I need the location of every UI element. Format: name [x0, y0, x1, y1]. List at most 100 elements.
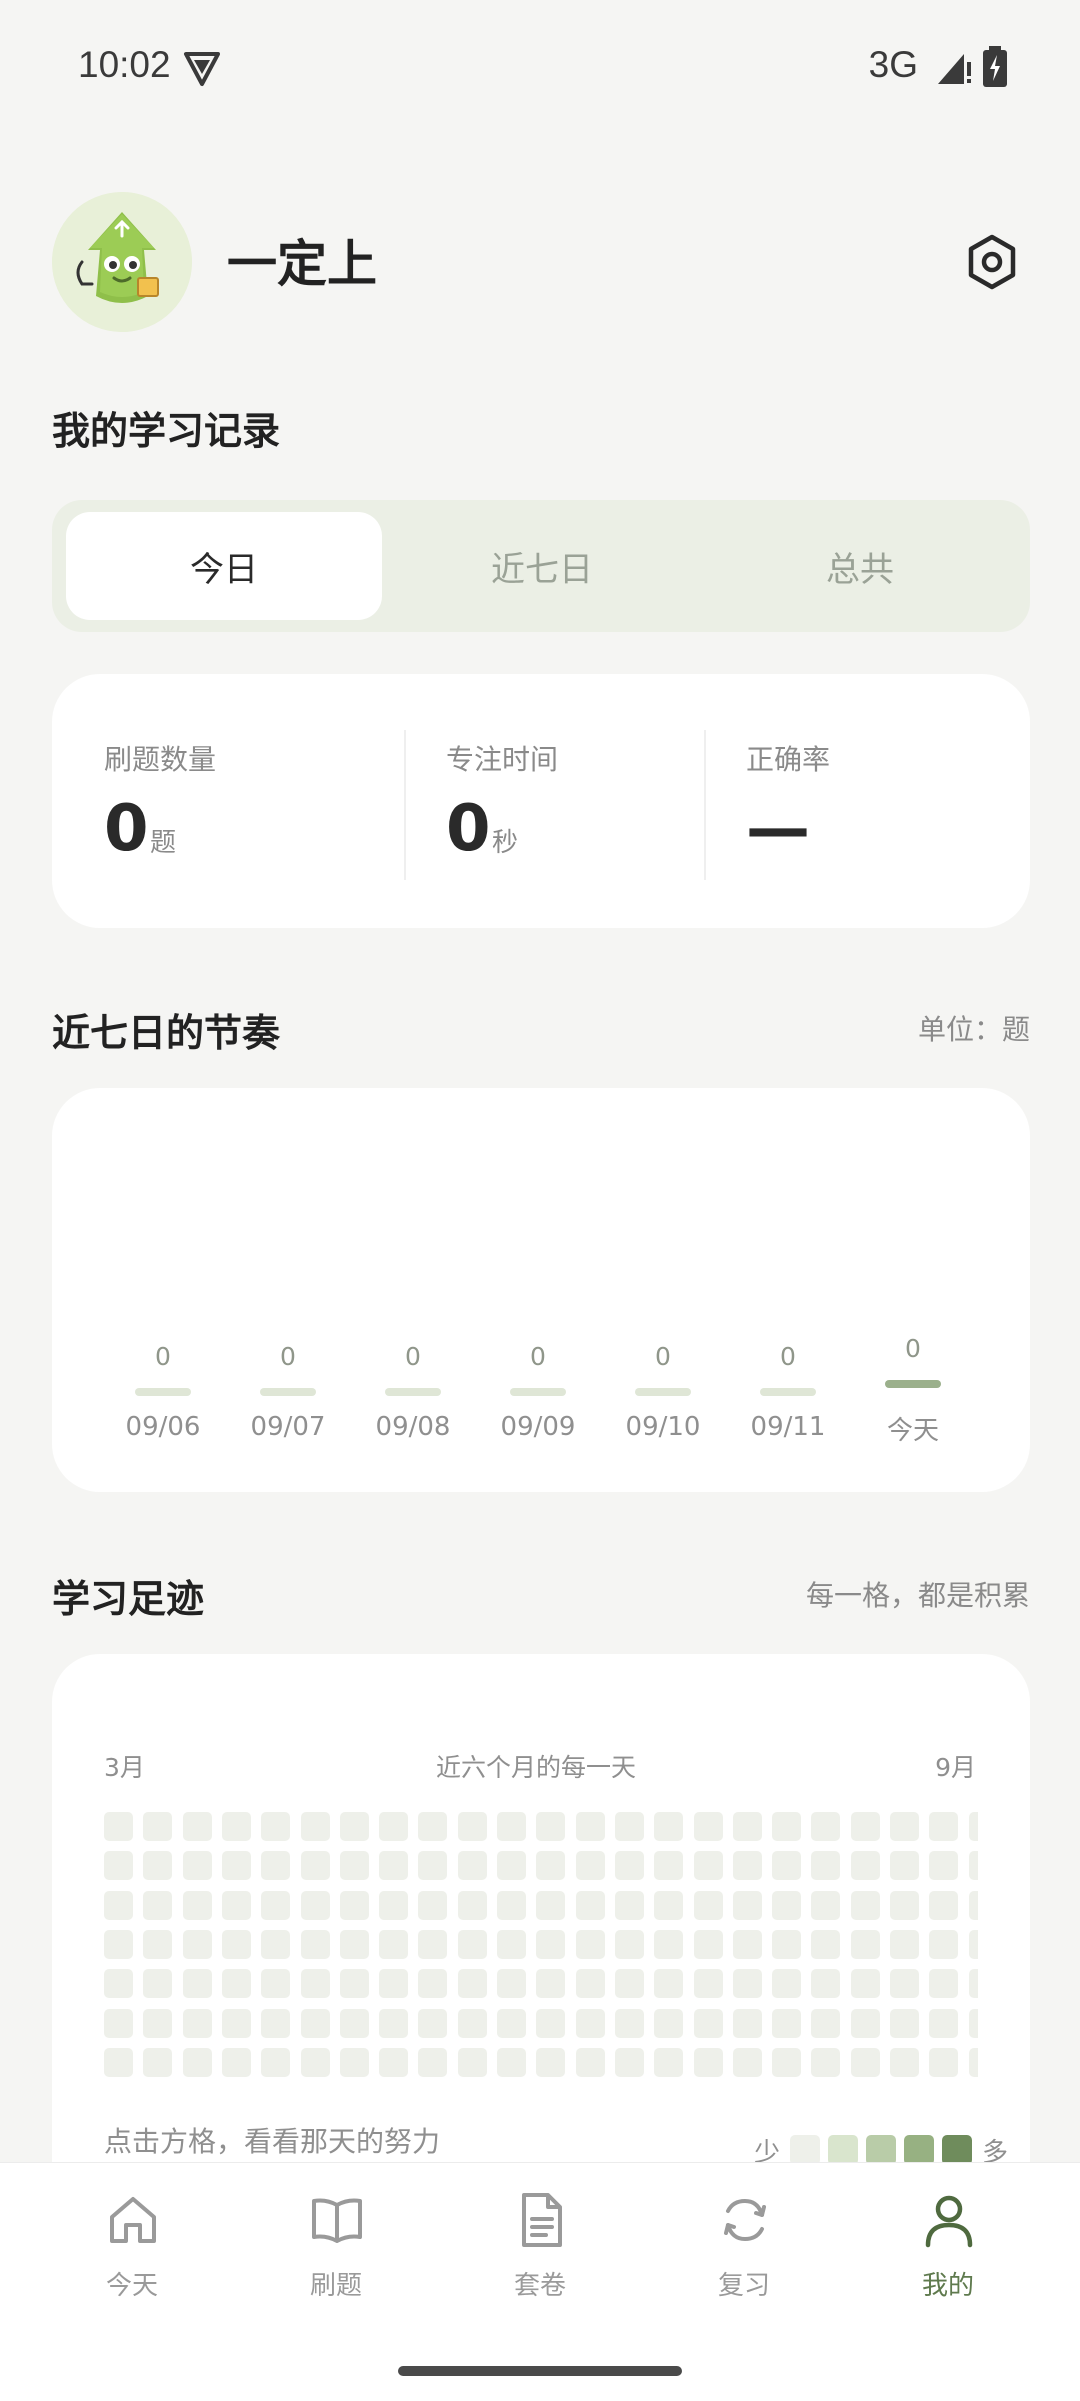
- heatmap-cell[interactable]: [497, 1851, 526, 1881]
- heatmap-cell[interactable]: [418, 2008, 448, 2038]
- heatmap-cell[interactable]: [457, 1890, 487, 1920]
- heatmap-cell[interactable]: [379, 2047, 409, 2077]
- heatmap-cell[interactable]: [104, 1890, 133, 1920]
- heatmap-cell[interactable]: [850, 2008, 880, 2038]
- heatmap-cell[interactable]: [339, 2008, 369, 2038]
- nav-review[interactable]: 复习: [674, 2191, 814, 2311]
- heatmap-cell[interactable]: [890, 1969, 919, 1999]
- heatmap-cell[interactable]: [693, 2047, 723, 2077]
- nav-papers[interactable]: 套卷: [470, 2191, 610, 2311]
- heatmap-cell[interactable]: [418, 1851, 448, 1881]
- heatmap-cell[interactable]: [575, 1890, 605, 1920]
- heatmap-cell[interactable]: [300, 2047, 330, 2077]
- heatmap-cell[interactable]: [968, 2047, 978, 2077]
- heatmap-cell[interactable]: [182, 1929, 212, 1959]
- heatmap-cell[interactable]: [929, 1969, 959, 1999]
- heatmap-cell[interactable]: [654, 2008, 684, 2038]
- heatmap-cell[interactable]: [457, 1851, 487, 1881]
- heatmap-cell[interactable]: [457, 1812, 487, 1841]
- heatmap-cell[interactable]: [143, 1969, 173, 1999]
- heatmap-cell[interactable]: [497, 1929, 526, 1959]
- heatmap-cell[interactable]: [379, 1890, 409, 1920]
- heatmap-cell[interactable]: [929, 1851, 959, 1881]
- heatmap-cell[interactable]: [261, 2047, 291, 2077]
- heatmap-cell[interactable]: [772, 1969, 802, 1999]
- heatmap-cell[interactable]: [104, 2008, 133, 2038]
- heatmap-cell[interactable]: [261, 1851, 291, 1881]
- heatmap-cell[interactable]: [732, 1890, 762, 1920]
- heatmap-cell[interactable]: [221, 1969, 251, 1999]
- heatmap-cell[interactable]: [693, 1851, 723, 1881]
- heatmap-cell[interactable]: [379, 2008, 409, 2038]
- heatmap-cell[interactable]: [732, 1969, 762, 1999]
- heatmap-cell[interactable]: [221, 2047, 251, 2077]
- heatmap-cell[interactable]: [732, 2047, 762, 2077]
- heatmap-cell[interactable]: [497, 1812, 526, 1841]
- heatmap-cell[interactable]: [850, 1929, 880, 1959]
- heatmap-cell[interactable]: [614, 1851, 644, 1881]
- settings-button[interactable]: [952, 222, 1032, 302]
- heatmap-cell[interactable]: [575, 2008, 605, 2038]
- heatmap-cell[interactable]: [339, 1969, 369, 1999]
- heatmap-cell[interactable]: [339, 1851, 369, 1881]
- heatmap-cell[interactable]: [261, 1929, 291, 1959]
- heatmap-cell[interactable]: [143, 1851, 173, 1881]
- heatmap-cell[interactable]: [457, 1969, 487, 1999]
- heatmap-cell[interactable]: [811, 1890, 841, 1920]
- heatmap-cell[interactable]: [968, 1890, 978, 1920]
- heatmap-cell[interactable]: [654, 1969, 684, 1999]
- heatmap-cell[interactable]: [968, 1969, 978, 1999]
- heatmap-cell[interactable]: [850, 1890, 880, 1920]
- heatmap-cell[interactable]: [143, 2008, 173, 2038]
- heatmap-cell[interactable]: [536, 1890, 566, 1920]
- heatmap-cell[interactable]: [693, 2008, 723, 2038]
- tab-today[interactable]: 今日: [66, 512, 382, 620]
- heatmap-cell[interactable]: [968, 2008, 978, 2038]
- heatmap-cell[interactable]: [457, 2008, 487, 2038]
- heatmap-cell[interactable]: [890, 1851, 919, 1881]
- home-indicator[interactable]: [398, 2366, 682, 2376]
- heatmap-cell[interactable]: [379, 1812, 409, 1841]
- heatmap-cell[interactable]: [182, 1969, 212, 1999]
- heatmap-cell[interactable]: [929, 2008, 959, 2038]
- heatmap-cell[interactable]: [104, 2047, 133, 2077]
- heatmap-cell[interactable]: [497, 1969, 526, 1999]
- heatmap-cell[interactable]: [890, 1812, 919, 1841]
- heatmap-cell[interactable]: [143, 1890, 173, 1920]
- heatmap-cell[interactable]: [104, 1969, 133, 1999]
- heatmap-cell[interactable]: [379, 1969, 409, 1999]
- heatmap-cell[interactable]: [654, 1812, 684, 1841]
- heatmap-cell[interactable]: [497, 2008, 526, 2038]
- heatmap-cell[interactable]: [143, 1812, 173, 1841]
- heatmap-cell[interactable]: [536, 2008, 566, 2038]
- heatmap-cell[interactable]: [772, 1890, 802, 1920]
- heatmap-cell[interactable]: [890, 1890, 919, 1920]
- heatmap-cell[interactable]: [693, 1969, 723, 1999]
- heatmap-cell[interactable]: [772, 1851, 802, 1881]
- heatmap-cell[interactable]: [929, 1812, 959, 1841]
- heatmap-cell[interactable]: [536, 2047, 566, 2077]
- heatmap-cell[interactable]: [182, 1851, 212, 1881]
- heatmap-cell[interactable]: [143, 2047, 173, 2077]
- heatmap-cell[interactable]: [850, 1812, 880, 1841]
- heatmap-cell[interactable]: [850, 1851, 880, 1881]
- heatmap-cell[interactable]: [221, 2008, 251, 2038]
- heatmap-cell[interactable]: [732, 2008, 762, 2038]
- avatar[interactable]: [52, 192, 192, 332]
- heatmap-cell[interactable]: [300, 1929, 330, 1959]
- heatmap-cell[interactable]: [614, 1812, 644, 1841]
- heatmap-cell[interactable]: [221, 1929, 251, 1959]
- heatmap-cell[interactable]: [929, 1929, 959, 1959]
- heatmap-cell[interactable]: [575, 1969, 605, 1999]
- heatmap-cell[interactable]: [575, 1929, 605, 1959]
- heatmap-cell[interactable]: [300, 1890, 330, 1920]
- heatmap-cell[interactable]: [418, 2047, 448, 2077]
- heatmap-cell[interactable]: [221, 1812, 251, 1841]
- heatmap-cell[interactable]: [811, 2047, 841, 2077]
- heatmap-cell[interactable]: [811, 1851, 841, 1881]
- heatmap-cell[interactable]: [300, 1812, 330, 1841]
- heatmap-cell[interactable]: [300, 1969, 330, 1999]
- heatmap-cell[interactable]: [300, 1851, 330, 1881]
- heatmap-cell[interactable]: [772, 2008, 802, 2038]
- heatmap-cell[interactable]: [339, 2047, 369, 2077]
